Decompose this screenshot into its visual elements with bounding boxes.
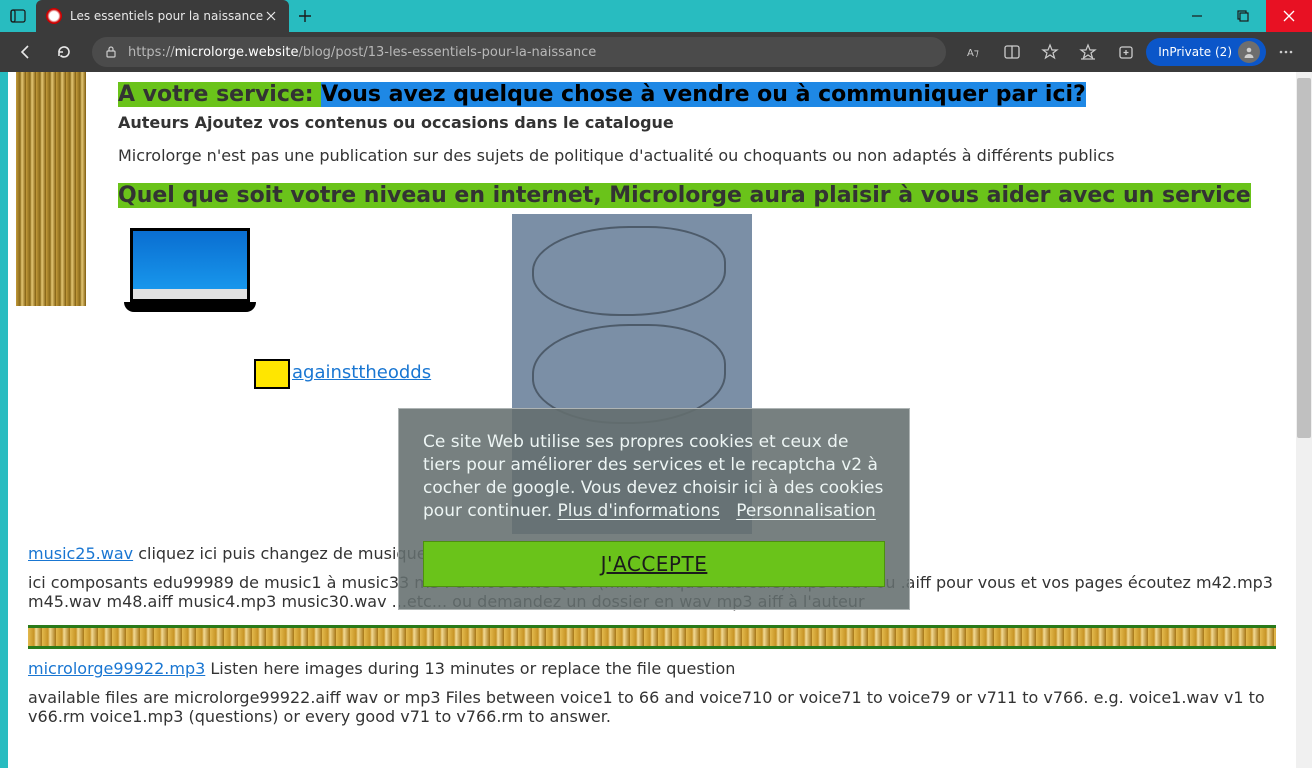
address-bar[interactable]: https://microlorge.website/blog/post/13-… xyxy=(92,37,946,67)
tab-title: Les essentiels pour la naissance xyxy=(70,9,263,23)
cookie-personalize-link[interactable]: Personnalisation xyxy=(736,501,876,521)
url-text: https://microlorge.website/blog/post/13-… xyxy=(128,45,596,60)
window-controls xyxy=(1174,0,1312,32)
titlebar-left: Les essentiels pour la naissance xyxy=(0,0,321,32)
profile-avatar-icon xyxy=(1238,41,1260,63)
inprivate-label: InPrivate (2) xyxy=(1158,45,1232,59)
minimize-button[interactable] xyxy=(1174,0,1220,32)
close-window-button[interactable] xyxy=(1266,0,1312,32)
new-tab-button[interactable] xyxy=(289,0,321,32)
authors-line: Auteurs Ajoutez vos contenus ou occasion… xyxy=(118,113,1276,132)
cookie-more-info-link[interactable]: Plus d'informations xyxy=(558,501,720,521)
tab-favicon xyxy=(46,8,62,24)
browser-toolbar: https://microlorge.website/blog/post/13-… xyxy=(0,32,1312,72)
svg-text:A⁊: A⁊ xyxy=(967,48,979,59)
level-heading: Quel que soit votre niveau en internet, … xyxy=(118,183,1251,208)
microlorge-link[interactable]: microlorge99922.mp3 xyxy=(28,659,205,678)
against-the-odds-link[interactable]: againsttheodds xyxy=(292,362,431,383)
lock-icon xyxy=(104,45,118,59)
music-link[interactable]: music25.wav xyxy=(28,544,133,563)
service-prefix: A votre service: xyxy=(118,82,321,107)
microlorge-text: Listen here images during 13 minutes or … xyxy=(205,659,735,678)
cookie-accept-button[interactable]: J'ACCEPTE xyxy=(423,541,885,587)
immersive-reader-icon[interactable] xyxy=(994,36,1030,68)
favorites-star-icon[interactable] xyxy=(1032,36,1068,68)
disclaimer-text: Microlorge n'est pas une publication sur… xyxy=(118,146,1276,165)
yellow-box xyxy=(254,359,290,389)
window-edge xyxy=(0,72,8,768)
refresh-button[interactable] xyxy=(46,36,82,68)
decorative-divider xyxy=(28,625,1276,649)
available-files-text: available files are microlorge99922.aiff… xyxy=(28,688,1276,726)
tab-actions-button[interactable] xyxy=(0,0,36,32)
service-heading: A votre service: Vous avez quelque chose… xyxy=(118,82,1276,107)
page-viewport: A votre service: Vous avez quelque chose… xyxy=(0,72,1312,768)
tab-close-icon[interactable] xyxy=(263,8,279,24)
laptop-image xyxy=(124,228,256,322)
settings-menu-icon[interactable] xyxy=(1268,36,1304,68)
microlorge-line: microlorge99922.mp3 Listen here images d… xyxy=(28,659,1276,678)
cookie-text: Ce site Web utilise ses propres cookies … xyxy=(423,431,885,523)
back-button[interactable] xyxy=(8,36,44,68)
favorites-list-icon[interactable] xyxy=(1070,36,1106,68)
read-aloud-icon[interactable]: A⁊ xyxy=(956,36,992,68)
browser-tab[interactable]: Les essentiels pour la naissance xyxy=(36,0,289,32)
scrollbar-thumb[interactable] xyxy=(1297,78,1311,438)
collections-icon[interactable] xyxy=(1108,36,1144,68)
maximize-button[interactable] xyxy=(1220,0,1266,32)
service-highlight: Vous avez quelque chose à vendre ou à co… xyxy=(321,82,1086,107)
cookie-consent-dialog: Ce site Web utilise ses propres cookies … xyxy=(398,408,910,610)
inprivate-indicator[interactable]: InPrivate (2) xyxy=(1146,38,1266,66)
sidebar-decorative-image xyxy=(16,72,86,306)
window-titlebar: Les essentiels pour la naissance xyxy=(0,0,1312,32)
vertical-scrollbar[interactable] xyxy=(1296,72,1312,768)
